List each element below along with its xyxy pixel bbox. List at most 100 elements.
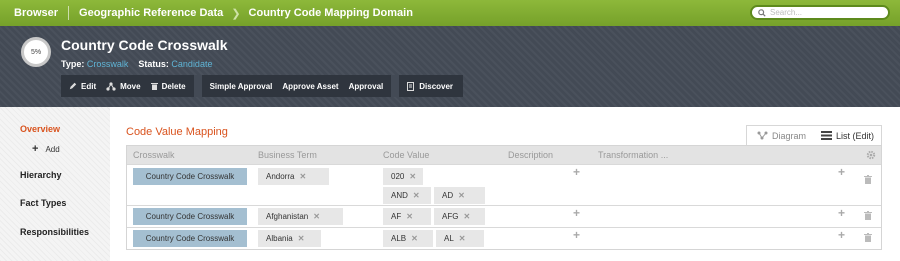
add-description-icon[interactable]: + bbox=[573, 228, 580, 242]
code-label: ALB bbox=[391, 234, 407, 243]
list-edit-view-tab[interactable]: List (Edit) bbox=[811, 131, 874, 141]
section-title: Code Value Mapping bbox=[126, 126, 228, 138]
trash-icon[interactable] bbox=[864, 211, 872, 220]
sidebar-item-fact-types[interactable]: Fact Types bbox=[20, 198, 66, 208]
sidebar-add-label: Add bbox=[45, 144, 60, 154]
col-business-term[interactable]: Business Term bbox=[258, 150, 317, 160]
remove-icon[interactable]: ✕ bbox=[463, 212, 470, 221]
add-icon[interactable]: + bbox=[838, 206, 845, 220]
divider bbox=[68, 6, 70, 20]
code-chip[interactable]: 020 ✕ bbox=[383, 168, 423, 185]
add-description-icon[interactable]: + bbox=[573, 206, 580, 220]
term-label: Afghanistan bbox=[266, 212, 309, 221]
page-title: Country Code Crosswalk bbox=[61, 37, 228, 53]
table-row: Country Code Crosswalk Albania ✕ ALB ✕ AL ✕… bbox=[127, 227, 881, 249]
search-input[interactable]: Search... bbox=[750, 5, 890, 20]
remove-icon[interactable]: ✕ bbox=[313, 212, 320, 221]
code-label: AND bbox=[391, 191, 408, 200]
sidebar-add-button[interactable]: + Add bbox=[32, 143, 60, 155]
asset-meta: Type: Crosswalk Status: Candidate bbox=[61, 59, 212, 69]
action-toolbar: Edit Move Delete Simple Approval Approve… bbox=[61, 75, 464, 97]
code-chip[interactable]: AD ✕ bbox=[434, 187, 485, 204]
move-icon bbox=[106, 81, 116, 91]
breadcrumb-geographic-reference-data[interactable]: Geographic Reference Data bbox=[79, 7, 223, 19]
trash-icon[interactable] bbox=[864, 233, 872, 242]
code-chip[interactable]: AFG ✕ bbox=[434, 208, 485, 225]
trash-icon[interactable] bbox=[864, 175, 872, 184]
type-label: Type: bbox=[61, 59, 85, 69]
breadcrumb-country-code-mapping-domain[interactable]: Country Code Mapping Domain bbox=[249, 7, 413, 19]
code-chip[interactable]: AF ✕ bbox=[383, 208, 431, 225]
breadcrumb-chevron-icon: ❯ bbox=[231, 7, 241, 20]
remove-icon[interactable]: ✕ bbox=[298, 234, 305, 243]
crosswalk-chip[interactable]: Country Code Crosswalk bbox=[133, 230, 247, 247]
sidebar-item-hierarchy[interactable]: Hierarchy bbox=[20, 170, 62, 180]
view-toggle: Diagram List (Edit) bbox=[746, 125, 882, 145]
table-row: Country Code Crosswalk Andorra ✕ 020 ✕ AND… bbox=[127, 164, 881, 205]
remove-icon[interactable]: ✕ bbox=[299, 172, 306, 181]
asset-header: 5% Country Code Crosswalk Type: Crosswal… bbox=[0, 26, 900, 107]
simple-approval-button[interactable]: Simple Approval bbox=[202, 75, 278, 97]
list-edit-label: List (Edit) bbox=[836, 130, 875, 141]
code-label: AF bbox=[391, 212, 402, 221]
term-chip[interactable]: Albania ✕ bbox=[258, 230, 321, 247]
discover-button[interactable]: Discover bbox=[399, 75, 463, 97]
simple-approval-label: Simple Approval bbox=[209, 81, 273, 91]
term-chip[interactable]: Afghanistan ✕ bbox=[258, 208, 343, 225]
col-crosswalk[interactable]: Crosswalk bbox=[133, 150, 175, 160]
code-label: AD bbox=[442, 191, 454, 200]
delete-label: Delete bbox=[161, 81, 186, 91]
trash-icon bbox=[150, 83, 158, 90]
col-description[interactable]: Description bbox=[508, 150, 553, 160]
term-label: Albania bbox=[266, 234, 293, 243]
code-label: AL bbox=[444, 234, 454, 243]
move-button[interactable]: Move bbox=[101, 75, 145, 97]
code-label: 020 bbox=[391, 172, 405, 181]
col-transformation[interactable]: Transformation ... bbox=[598, 150, 668, 160]
top-bar: Browser Geographic Reference Data ❯ Coun… bbox=[0, 0, 900, 26]
status-value: Candidate bbox=[171, 59, 213, 69]
code-chip[interactable]: ALB ✕ bbox=[383, 230, 433, 247]
move-label: Move bbox=[120, 81, 141, 91]
term-label: Andorra bbox=[266, 172, 295, 181]
remove-icon[interactable]: ✕ bbox=[406, 212, 413, 221]
crosswalk-chip[interactable]: Country Code Crosswalk bbox=[133, 208, 247, 225]
remove-icon[interactable]: ✕ bbox=[458, 191, 465, 200]
table-header: Crosswalk Business Term Code Value Descr… bbox=[127, 146, 881, 164]
search-placeholder: Search... bbox=[770, 8, 803, 17]
remove-icon[interactable]: ✕ bbox=[409, 172, 416, 181]
add-description-icon[interactable]: + bbox=[573, 165, 580, 179]
code-chip[interactable]: AND ✕ bbox=[383, 187, 431, 204]
remove-icon[interactable]: ✕ bbox=[413, 191, 420, 200]
remove-icon[interactable]: ✕ bbox=[411, 234, 418, 243]
edit-button[interactable]: Edit bbox=[61, 75, 101, 97]
col-code-value[interactable]: Code Value bbox=[383, 150, 429, 160]
sidebar-item-overview[interactable]: Overview bbox=[20, 124, 60, 134]
approve-asset-button[interactable]: Approve Asset bbox=[277, 75, 343, 97]
search-icon bbox=[758, 8, 766, 17]
sidebar-item-responsibilities[interactable]: Responsibilities bbox=[20, 227, 89, 237]
delete-button[interactable]: Delete bbox=[146, 75, 194, 97]
gear-icon[interactable] bbox=[866, 150, 876, 160]
diagram-label: Diagram bbox=[772, 130, 807, 141]
approval-button[interactable]: Approval bbox=[344, 75, 392, 97]
mapping-table: Crosswalk Business Term Code Value Descr… bbox=[126, 145, 882, 250]
progress-badge: 5% bbox=[21, 37, 51, 67]
browser-link[interactable]: Browser bbox=[14, 7, 58, 19]
pencil-icon bbox=[69, 82, 77, 90]
diagram-view-tab[interactable]: Diagram bbox=[747, 131, 811, 141]
add-icon[interactable]: + bbox=[838, 228, 845, 242]
remove-icon[interactable]: ✕ bbox=[459, 234, 466, 243]
term-chip[interactable]: Andorra ✕ bbox=[258, 168, 329, 185]
approval-label: Approval bbox=[348, 81, 384, 91]
add-icon[interactable]: + bbox=[838, 165, 845, 179]
discover-label: Discover bbox=[419, 81, 454, 91]
document-search-icon bbox=[407, 81, 415, 91]
code-chip[interactable]: AL ✕ bbox=[436, 230, 484, 247]
type-value[interactable]: Crosswalk bbox=[87, 59, 129, 69]
sidebar: Overview + Add Hierarchy Fact Types Resp… bbox=[0, 107, 110, 261]
diagram-icon bbox=[757, 131, 768, 140]
code-label: AFG bbox=[442, 212, 459, 221]
crosswalk-chip[interactable]: Country Code Crosswalk bbox=[133, 168, 247, 185]
approve-asset-label: Approve Asset bbox=[282, 81, 339, 91]
